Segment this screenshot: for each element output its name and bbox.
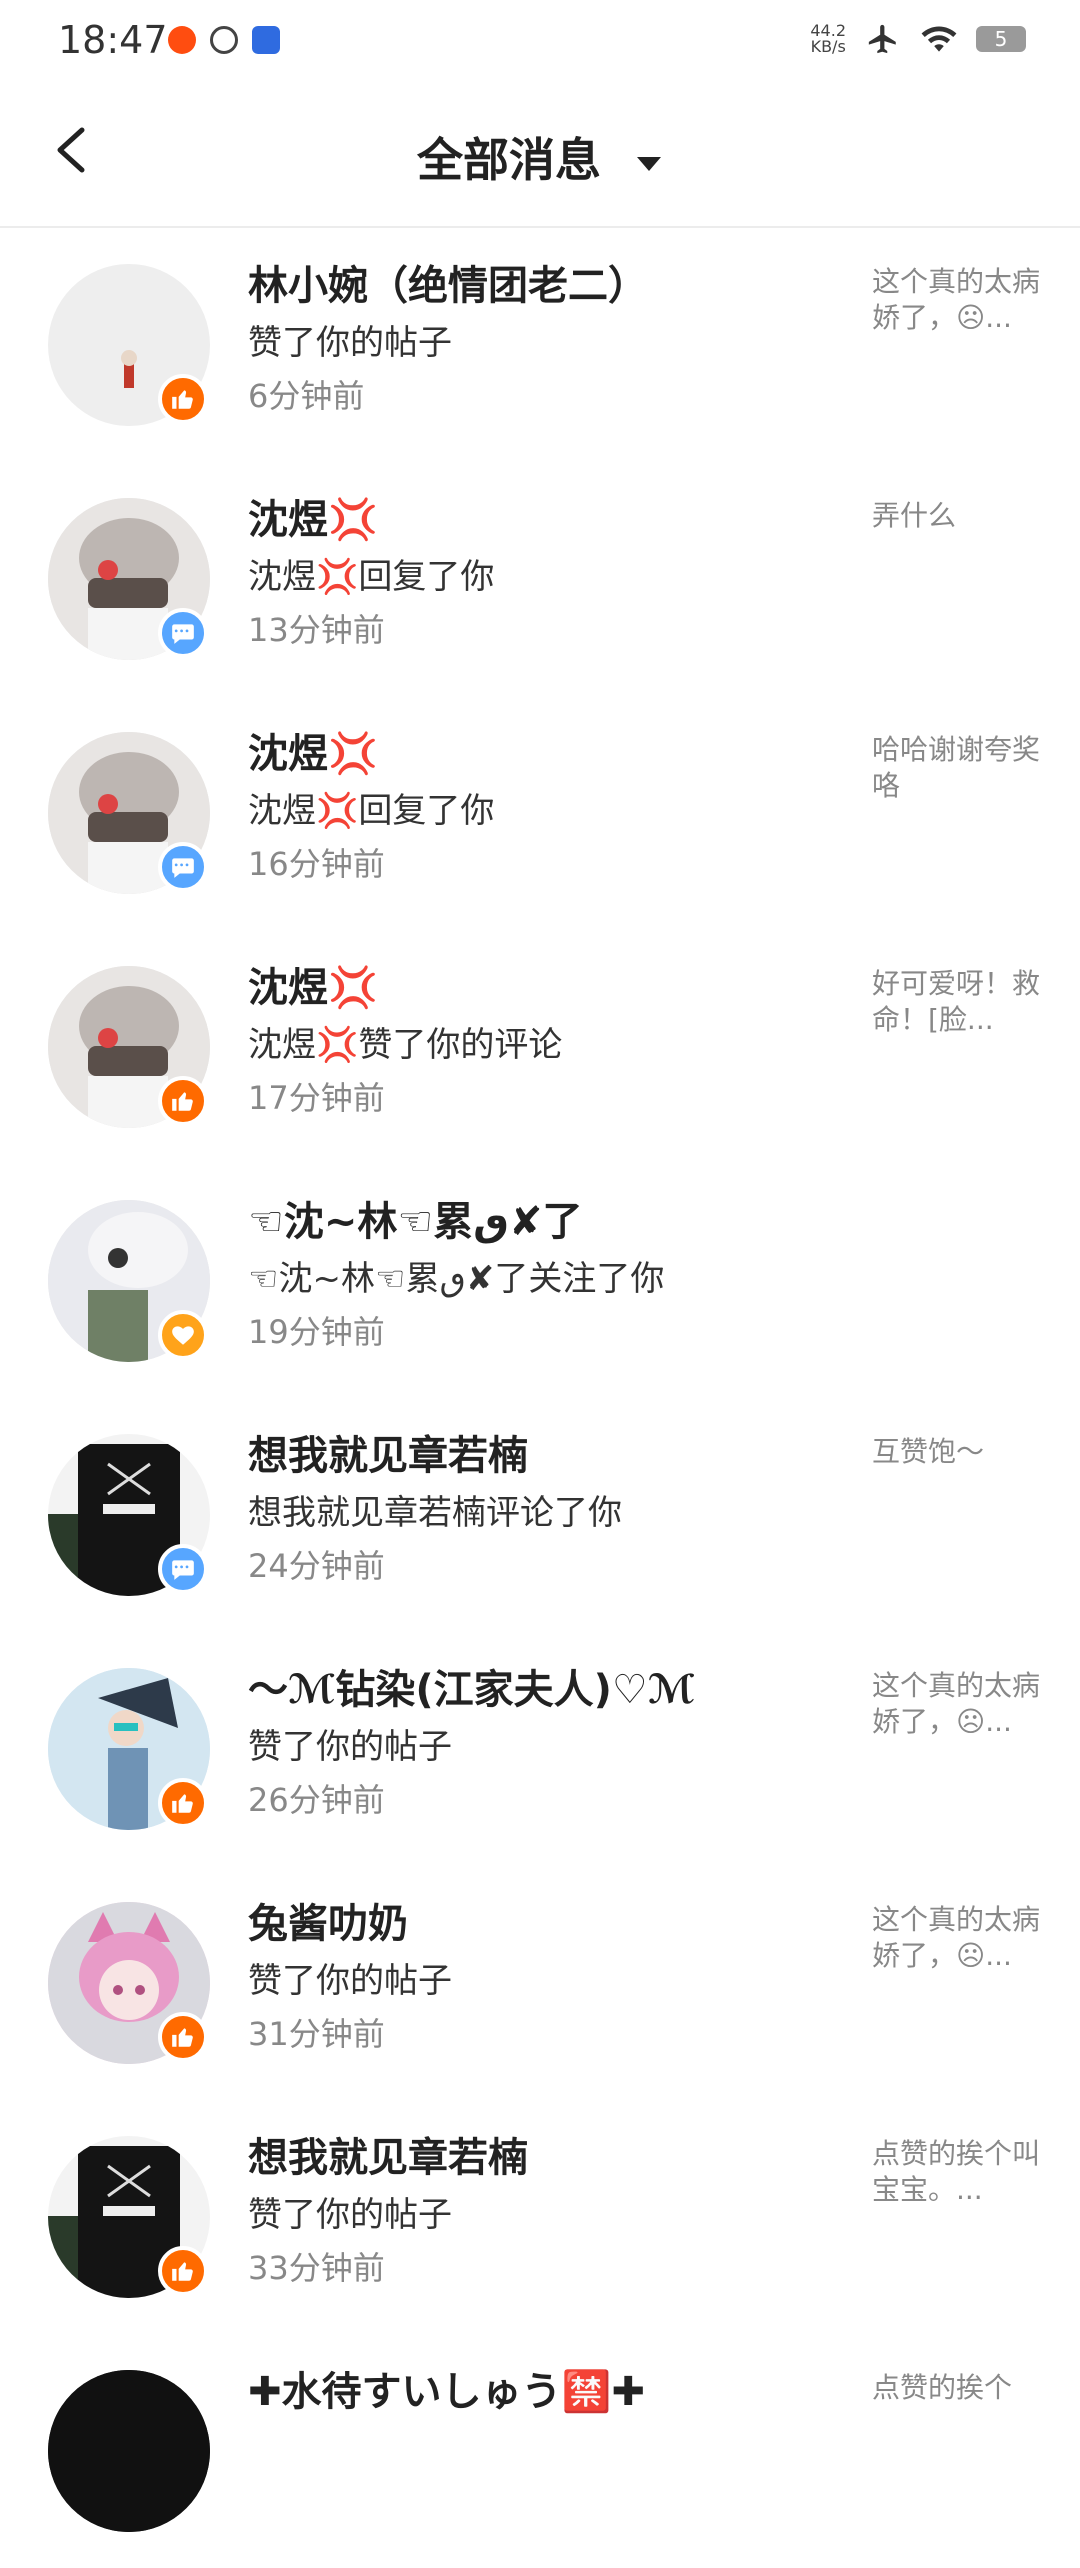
- timestamp: 24分钟前: [248, 1547, 385, 1585]
- airplane-mode-icon: [868, 24, 896, 54]
- timestamp: 26分钟前: [248, 1781, 385, 1819]
- like-badge-icon: [158, 374, 208, 424]
- caret-down-icon: [637, 156, 661, 171]
- message-item[interactable]: 沈煜💢 沈煜💢回复了你 16分钟前 哈哈谢谢夸奖咯: [0, 696, 1080, 930]
- message-item[interactable]: ✚水待すいしゅう🈲✚ 点赞的挨个: [0, 2334, 1080, 2568]
- action-text: 想我就见章若楠评论了你: [248, 1493, 622, 1533]
- user-name[interactable]: ☜沈~林☜累ٯ✘了: [248, 1194, 848, 1250]
- follow-badge-icon: [158, 1310, 208, 1360]
- timestamp: 17分钟前: [248, 1079, 385, 1117]
- timestamp: 16分钟前: [248, 845, 385, 883]
- user-name[interactable]: 林小婉（绝情团老二）: [248, 258, 848, 314]
- action-text: 赞了你的帖子: [248, 1961, 452, 2001]
- user-name[interactable]: ～ℳ钻染(江家夫人)♡ℳ: [248, 1662, 848, 1718]
- content-preview[interactable]: 这个真的太病娇了，☹...: [872, 1668, 1042, 1740]
- message-list: 林小婉（绝情团老二） 赞了你的帖子 6分钟前 这个真的太病娇了，☹... 沈煜💢…: [0, 228, 1080, 2568]
- action-text: 赞了你的帖子: [248, 2195, 452, 2235]
- content-preview[interactable]: 这个真的太病娇了，☹...: [872, 1902, 1042, 1974]
- like-badge-icon: [158, 2246, 208, 2296]
- content-preview[interactable]: 互赞饱～: [872, 1434, 1042, 1470]
- content-preview[interactable]: 哈哈谢谢夸奖咯: [872, 732, 1042, 804]
- network-speed-unit: KB/s: [810, 37, 846, 56]
- action-text: 沈煜💢回复了你: [248, 557, 495, 597]
- message-item[interactable]: 沈煜💢 沈煜💢回复了你 13分钟前 弄什么: [0, 462, 1080, 696]
- reply-badge-icon: [158, 1544, 208, 1594]
- user-name[interactable]: 沈煜💢: [248, 492, 848, 548]
- timestamp: 31分钟前: [248, 2015, 385, 2053]
- reply-badge-icon: [158, 608, 208, 658]
- like-badge-icon: [158, 1778, 208, 1828]
- action-text: ☜沈~林☜累ٯ✘了关注了你: [248, 1259, 665, 1299]
- user-name[interactable]: 沈煜💢: [248, 726, 848, 782]
- reply-badge-icon: [158, 842, 208, 892]
- content-preview[interactable]: 弄什么: [872, 498, 1042, 534]
- message-filter-dropdown[interactable]: 全部消息: [0, 124, 1080, 190]
- user-name[interactable]: 想我就见章若楠: [248, 1428, 848, 1484]
- content-preview[interactable]: 点赞的挨个: [872, 2370, 1042, 2406]
- content-preview[interactable]: 好可爱呀！救命！[脸...: [872, 966, 1042, 1038]
- action-text: 沈煜💢赞了你的评论: [248, 1025, 563, 1065]
- like-badge-icon: [158, 2012, 208, 2062]
- action-text: 赞了你的帖子: [248, 1727, 452, 1767]
- like-badge-icon: [158, 1076, 208, 1126]
- message-item[interactable]: 沈煜💢 沈煜💢赞了你的评论 17分钟前 好可爱呀！救命！[脸...: [0, 930, 1080, 1164]
- message-item[interactable]: 想我就见章若楠 赞了你的帖子 33分钟前 点赞的挨个叫宝宝。...: [0, 2100, 1080, 2334]
- status-right: 44.2 KB/s 5: [810, 22, 1026, 56]
- action-text: 赞了你的帖子: [248, 323, 452, 363]
- status-time: 18:47: [58, 18, 168, 62]
- user-name[interactable]: 兔酱叻奶: [248, 1896, 848, 1952]
- message-item[interactable]: ☜沈~林☜累ٯ✘了 ☜沈~林☜累ٯ✘了关注了你 19分钟前: [0, 1164, 1080, 1398]
- message-item[interactable]: ～ℳ钻染(江家夫人)♡ℳ 赞了你的帖子 26分钟前 这个真的太病娇了，☹...: [0, 1632, 1080, 1866]
- timestamp: 6分钟前: [248, 377, 365, 415]
- battery-icon: 5: [976, 26, 1026, 52]
- timestamp: 13分钟前: [248, 611, 385, 649]
- wifi-icon: [921, 26, 957, 52]
- action-text: 沈煜💢回复了你: [248, 791, 495, 831]
- page-title: 全部消息: [416, 133, 601, 187]
- top-bar: 全部消息: [0, 80, 1080, 228]
- content-preview[interactable]: 点赞的挨个叫宝宝。...: [872, 2136, 1042, 2208]
- network-speed: 44.2 KB/s: [810, 23, 846, 55]
- app-notification-icon: [210, 26, 238, 54]
- user-name[interactable]: 沈煜💢: [248, 960, 848, 1016]
- message-item[interactable]: 兔酱叻奶 赞了你的帖子 31分钟前 这个真的太病娇了，☹...: [0, 1866, 1080, 2100]
- avatar[interactable]: [48, 2370, 210, 2532]
- message-item[interactable]: 想我就见章若楠 想我就见章若楠评论了你 24分钟前 互赞饱～: [0, 1398, 1080, 1632]
- timestamp: 19分钟前: [248, 1313, 385, 1351]
- status-app-icons: [168, 26, 280, 54]
- message-item[interactable]: 林小婉（绝情团老二） 赞了你的帖子 6分钟前 这个真的太病娇了，☹...: [0, 228, 1080, 462]
- baidu-notification-icon: [252, 26, 280, 54]
- status-bar: 18:47 44.2 KB/s 5: [0, 0, 1080, 80]
- weibo-notification-icon: [168, 26, 196, 54]
- timestamp: 33分钟前: [248, 2249, 385, 2287]
- user-name[interactable]: 想我就见章若楠: [248, 2130, 848, 2186]
- user-name[interactable]: ✚水待すいしゅう🈲✚: [248, 2364, 848, 2420]
- content-preview[interactable]: 这个真的太病娇了，☹...: [872, 264, 1042, 336]
